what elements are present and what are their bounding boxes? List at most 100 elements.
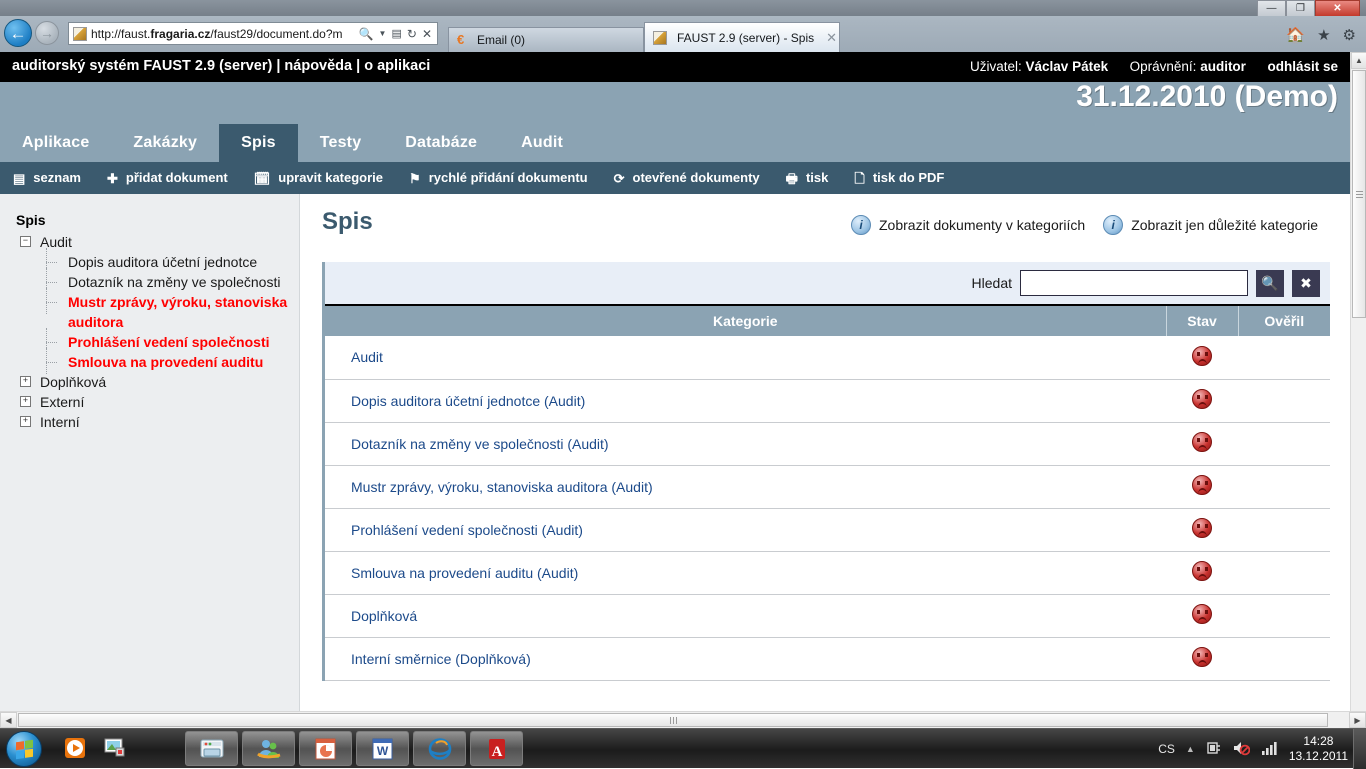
taskbar-button-word[interactable]: W (356, 731, 409, 766)
app-tab-testy[interactable]: Testy (298, 124, 384, 162)
cell-kategorie[interactable]: Audit (325, 336, 1166, 379)
home-icon[interactable]: 🏠 (1286, 26, 1305, 44)
sad-face-icon[interactable] (1192, 432, 1212, 452)
browser-tab-email[interactable]: € Email (0) (448, 27, 644, 52)
refresh-icon[interactable]: ↻ (407, 27, 417, 41)
taskbar-button-messenger[interactable] (242, 731, 295, 766)
table-row[interactable]: Mustr zprávy, výroku, stanoviska auditor… (325, 465, 1330, 508)
table-row[interactable]: Dotazník na změny ve společnosti (Audit) (325, 422, 1330, 465)
vertical-scrollbar-thumb[interactable] (1352, 70, 1366, 318)
address-bar[interactable]: http://faust.fragaria.cz/faust29/documen… (68, 22, 438, 45)
logout-link[interactable]: odhlásit se (1267, 59, 1338, 74)
volume-muted-icon[interactable] (1233, 740, 1250, 759)
scroll-up-arrow-icon[interactable]: ▲ (1351, 52, 1366, 69)
tree-collapse-icon[interactable]: − (20, 236, 31, 247)
app-tab-datab-ze[interactable]: Databáze (383, 124, 499, 162)
back-button[interactable]: ← (4, 19, 32, 47)
close-button[interactable]: ✕ (1315, 0, 1360, 16)
table-row[interactable]: Dopis auditora účetní jednotce (Audit) (325, 379, 1330, 422)
app-tab-spis[interactable]: Spis (219, 124, 298, 162)
app-tab-zak-zky[interactable]: Zakázky (111, 124, 219, 162)
chevron-down-icon[interactable]: ▼ (379, 29, 387, 38)
horizontal-scrollbar-thumb[interactable] (18, 713, 1328, 727)
scroll-right-arrow-icon[interactable]: ▶ (1349, 712, 1366, 728)
link-show-important-categories[interactable]: i Zobrazit jen důležité kategorie (1103, 215, 1318, 235)
tree-node[interactable]: −Audit (16, 232, 289, 252)
taskbar-button-internet-explorer[interactable] (413, 731, 466, 766)
network-plug-icon[interactable] (1206, 740, 1222, 759)
scroll-left-arrow-icon[interactable]: ◀ (0, 712, 17, 728)
tree-expand-icon[interactable]: + (20, 376, 31, 387)
clear-search-button[interactable]: ✖ (1292, 270, 1320, 297)
cell-kategorie[interactable]: Smlouva na provedení auditu (Audit) (325, 551, 1166, 594)
search-input[interactable] (1020, 270, 1248, 296)
tools-gear-icon[interactable]: ⚙ (1343, 26, 1356, 44)
table-row[interactable]: Interní směrnice (Doplňková) (325, 637, 1330, 680)
sad-face-icon[interactable] (1192, 475, 1212, 495)
browser-tab-faust[interactable]: FAUST 2.9 (server) - Spis ✕ (644, 22, 840, 52)
maximize-button[interactable]: ❐ (1286, 0, 1315, 16)
subbar-item-tisk[interactable]: 🖶tisk (773, 162, 842, 194)
app-tab-audit[interactable]: Audit (499, 124, 585, 162)
app-header-left[interactable]: auditorský systém FAUST 2.9 (server) | n… (12, 58, 430, 74)
search-icon[interactable]: 🔍 (359, 27, 374, 41)
photo-gallery-icon[interactable] (100, 733, 130, 763)
link-show-docs-in-categories[interactable]: i Zobrazit dokumenty v kategoriích (851, 215, 1085, 235)
subbar-item-rychl-p-id-n-dokumentu[interactable]: ⚑rychlé přidání dokumentu (396, 162, 601, 194)
sad-face-icon[interactable] (1192, 561, 1212, 581)
search-button[interactable]: 🔍 (1256, 270, 1284, 297)
tray-clock[interactable]: 14:28 13.12.2011 (1289, 734, 1348, 764)
tree-node[interactable]: +Externí (16, 392, 289, 412)
sad-face-icon[interactable] (1192, 389, 1212, 409)
sad-face-icon[interactable] (1192, 647, 1212, 667)
sad-face-icon[interactable] (1192, 346, 1212, 366)
table-row[interactable]: Doplňková (325, 594, 1330, 637)
compatibility-view-icon[interactable]: ▤ (391, 27, 401, 40)
forward-button[interactable]: → (35, 21, 59, 45)
tree-node[interactable]: +Interní (16, 412, 289, 432)
taskbar-button-powerpoint[interactable] (299, 731, 352, 766)
page-horizontal-scrollbar[interactable]: ◀ ▶ (0, 711, 1366, 728)
cell-kategorie[interactable]: Dotazník na změny ve společnosti (Audit) (325, 422, 1166, 465)
cell-kategorie[interactable]: Doplňková (325, 594, 1166, 637)
cell-kategorie[interactable]: Mustr zprávy, výroku, stanoviska auditor… (325, 465, 1166, 508)
table-row[interactable]: Audit (325, 336, 1330, 379)
stop-icon[interactable]: ✕ (422, 27, 432, 41)
tree-expand-icon[interactable]: + (20, 416, 31, 427)
tree-node[interactable]: Prohlášení vedení společnosti (16, 332, 289, 352)
sad-face-icon[interactable] (1192, 518, 1212, 538)
cell-kategorie[interactable]: Interní směrnice (Doplňková) (325, 637, 1166, 680)
app-tab-aplikace[interactable]: Aplikace (0, 124, 111, 162)
sad-face-icon[interactable] (1192, 604, 1212, 624)
show-desktop-button[interactable] (1353, 729, 1366, 769)
signal-bars-icon[interactable] (1261, 740, 1278, 759)
page-vertical-scrollbar[interactable]: ▲ (1350, 52, 1366, 712)
subbar-item-upravit-kategorie[interactable]: 🗓upravit kategorie (241, 162, 396, 194)
subbar-item-p-idat-dokument[interactable]: ✚přidat dokument (94, 162, 241, 194)
subbar-item-tisk-do-pdf[interactable]: 🗋tisk do PDF (841, 162, 957, 194)
tree-node[interactable]: Dotazník na změny ve společnosti (16, 272, 289, 292)
taskbar-button-acrobat-reader[interactable]: A (470, 731, 523, 766)
cell-kategorie[interactable]: Prohlášení vedení společnosti (Audit) (325, 508, 1166, 551)
column-header-overil[interactable]: Ověřil (1238, 306, 1330, 336)
table-row[interactable]: Smlouva na provedení auditu (Audit) (325, 551, 1330, 594)
minimize-button[interactable]: — (1257, 0, 1286, 16)
start-button[interactable] (6, 731, 42, 767)
tree-node[interactable]: +Doplňková (16, 372, 289, 392)
subbar-item-otev-en-dokumenty[interactable]: ⟳otevřené dokumenty (601, 162, 773, 194)
media-player-icon[interactable] (60, 733, 90, 763)
tree-expand-icon[interactable]: + (20, 396, 31, 407)
cell-kategorie[interactable]: Dopis auditora účetní jednotce (Audit) (325, 379, 1166, 422)
tree-node[interactable]: Dopis auditora účetní jednotce (16, 252, 289, 272)
show-hidden-icons-arrow[interactable]: ▲ (1186, 744, 1195, 754)
tray-language-indicator[interactable]: CS (1158, 742, 1175, 756)
table-row[interactable]: Prohlášení vedení společnosti (Audit) (325, 508, 1330, 551)
tree-node[interactable]: Smlouva na provedení auditu (16, 352, 289, 372)
taskbar-button-folder[interactable] (185, 731, 238, 766)
tree-node[interactable]: Mustr zprávy, výroku, stanoviska auditor… (16, 292, 289, 332)
subbar-item-seznam[interactable]: ▤seznam (0, 162, 94, 194)
tab-close-icon[interactable]: ✕ (826, 30, 837, 46)
column-header-stav[interactable]: Stav (1166, 306, 1238, 336)
favorites-star-icon[interactable]: ★ (1317, 26, 1330, 44)
column-header-kategorie[interactable]: Kategorie (325, 306, 1166, 336)
